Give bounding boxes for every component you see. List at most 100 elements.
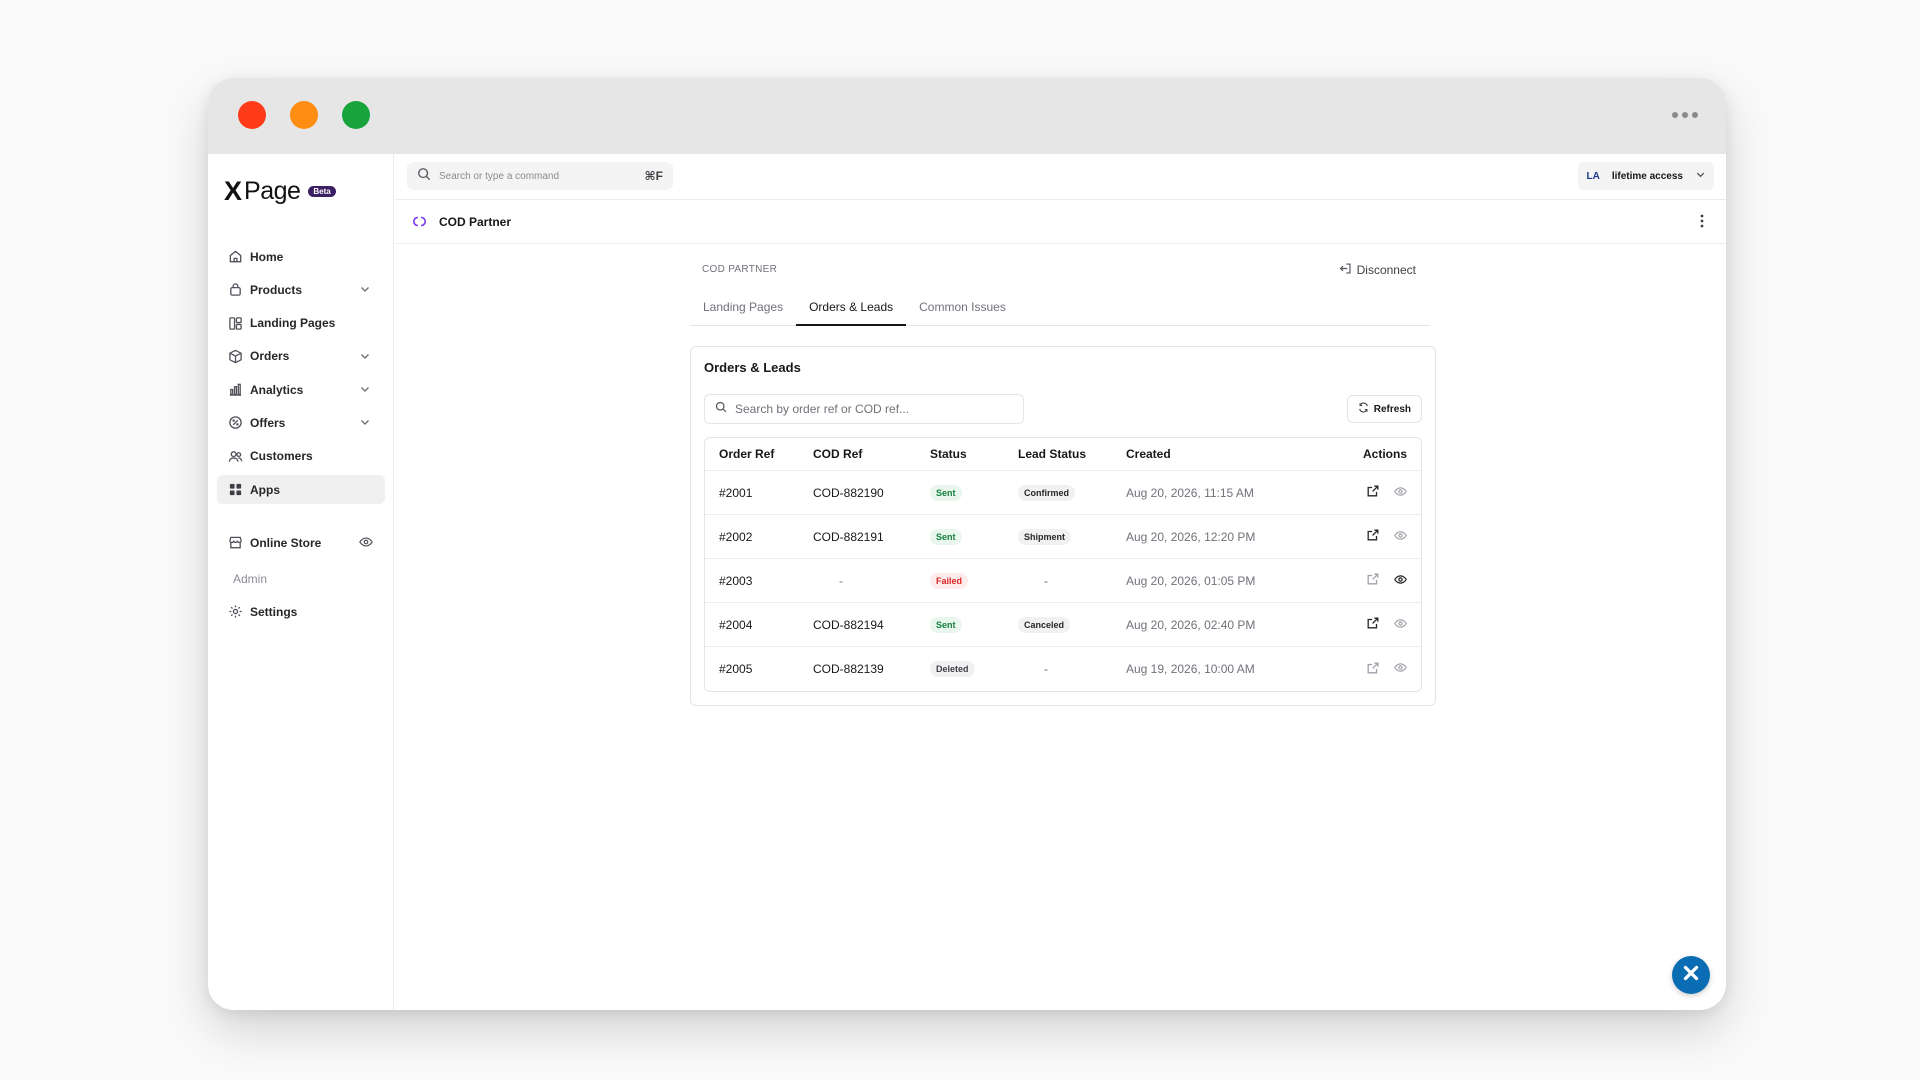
table-row: #2005 COD-882139 Deleted - Aug 19, 2026,… [705,647,1421,691]
sidebar-item-label: Offers [250,415,286,430]
account-menu[interactable]: LA lifetime access [1578,162,1714,190]
table-header: Order Ref COD Ref Status Lead Status Cre… [705,438,1421,471]
percent-icon [227,415,243,431]
sidebar-item-landing-pages[interactable]: Landing Pages [217,309,385,338]
more-options-icon[interactable] [1700,214,1704,233]
order-search-placeholder: Search by order ref or COD ref... [735,402,910,416]
x-logo-icon [1680,962,1702,989]
sidebar-item-products[interactable]: Products [217,275,385,304]
account-initials: LA [1586,170,1600,182]
grid-icon [227,482,243,498]
tab-common-issues[interactable]: Common Issues [906,298,1019,326]
sign-out-icon [1339,262,1352,278]
sidebar-item-apps[interactable]: Apps [217,475,385,505]
search-placeholder: Search or type a command [439,170,560,182]
external-link-icon[interactable] [1366,484,1380,501]
column-header: Lead Status [1018,447,1087,461]
external-link-icon[interactable] [1366,616,1380,633]
status-badge: Sent [930,484,962,501]
column-header: Actions [1362,447,1407,461]
layout-icon [227,315,243,331]
chevron-down-icon [1695,167,1706,185]
close-window-button[interactable] [238,101,266,129]
cod-ref: COD-882191 [813,529,884,544]
sidebar-item-offers[interactable]: Offers [217,408,385,437]
external-link-icon [1366,572,1380,589]
brand-logo[interactable]: X Page Beta [224,176,336,207]
order-search-input[interactable]: Search by order ref or COD ref... [704,394,1024,424]
help-fab-button[interactable] [1672,956,1710,994]
disconnect-button[interactable]: Disconnect [1339,262,1416,278]
admin-section-label: Admin [233,572,268,587]
sidebar-item-label: Products [250,282,303,297]
eye-icon[interactable] [1394,661,1407,677]
command-search-input[interactable]: Search or type a command ⌘F [407,162,673,190]
external-link-icon[interactable] [1366,528,1380,545]
sidebar-item-customers[interactable]: Customers [217,442,385,471]
window-more-icon[interactable] [1672,112,1698,118]
sidebar-item-label: Customers [250,449,313,464]
minimize-window-button[interactable] [290,101,318,129]
section-label: COD PARTNER [702,264,778,275]
eye-icon[interactable] [1394,617,1407,633]
tab-orders-leads[interactable]: Orders & Leads [796,298,907,326]
orders-table: Order Ref COD Ref Status Lead Status Cre… [704,437,1422,692]
lead-status: - [1044,662,1048,676]
top-bar: Search or type a command ⌘F LA lifetime … [395,154,1726,200]
bag-icon [227,282,243,298]
search-icon [417,167,431,186]
chart-icon [227,382,243,398]
sidebar-item-label: Settings [250,604,298,619]
search-shortcut: ⌘F [644,169,663,183]
order-ref: #2004 [719,617,753,632]
column-header: COD Ref [813,447,863,461]
logo-text: Page [244,177,301,205]
refresh-label: Refresh [1373,403,1411,415]
refresh-button[interactable]: Refresh [1346,395,1422,423]
sidebar-item-label: Apps [250,482,280,497]
logo-mark: X [224,176,242,206]
tab-landing-pages[interactable]: Landing Pages [690,298,796,326]
chevron-down-icon[interactable] [359,383,371,398]
app-header: COD Partner [395,200,1726,244]
cod-partner-icon [413,215,426,233]
chevron-down-icon[interactable] [359,350,371,365]
box-icon [227,348,243,364]
status-badge: Deleted [930,661,975,677]
chevron-down-icon[interactable] [359,283,371,298]
created-date: Aug 20, 2026, 02:40 PM [1126,617,1256,632]
created-date: Aug 19, 2026, 10:00 AM [1126,662,1255,676]
sidebar-item-orders[interactable]: Orders [217,342,385,371]
sidebar-item-online-store[interactable]: Online Store [217,528,385,557]
tab-bar: Landing Pages Orders & Leads Common Issu… [690,298,1430,326]
home-icon [227,249,243,265]
order-ref: #2001 [719,485,753,500]
table-row: #2001 COD-882190 Sent Confirmed Aug 20, … [705,471,1421,515]
eye-icon[interactable] [1394,485,1407,501]
sidebar-item-analytics[interactable]: Analytics [217,375,385,404]
disconnect-label: Disconnect [1356,263,1416,277]
beta-badge: Beta [308,186,336,197]
lead-status-badge: Confirmed [1018,484,1075,501]
sidebar-item-home[interactable]: Home [217,242,385,271]
maximize-window-button[interactable] [342,101,370,129]
column-header: Created [1126,447,1171,461]
app-window: X Page Beta Home Products Landing Pages … [208,78,1726,1010]
account-plan: lifetime access [1611,170,1683,182]
sidebar-item-label: Analytics [250,382,304,397]
status-badge: Failed [930,572,969,589]
cod-ref: COD-882139 [813,662,884,676]
chevron-down-icon[interactable] [359,416,371,431]
eye-icon[interactable] [1394,529,1407,545]
created-date: Aug 20, 2026, 11:15 AM [1126,485,1254,500]
lead-status-badge: Canceled [1018,616,1071,633]
status-badge: Sent [930,616,962,633]
title-bar [208,78,1726,154]
eye-icon[interactable] [359,535,373,552]
sidebar-item-settings[interactable]: Settings [217,597,385,626]
table-row: #2002 COD-882191 Sent Shipment Aug 20, 2… [705,515,1421,559]
order-ref: #2003 [719,573,753,588]
eye-icon[interactable] [1394,573,1407,589]
table-row: #2003 - Failed - Aug 20, 2026, 01:05 PM [705,559,1421,603]
column-header: Status [930,447,967,461]
